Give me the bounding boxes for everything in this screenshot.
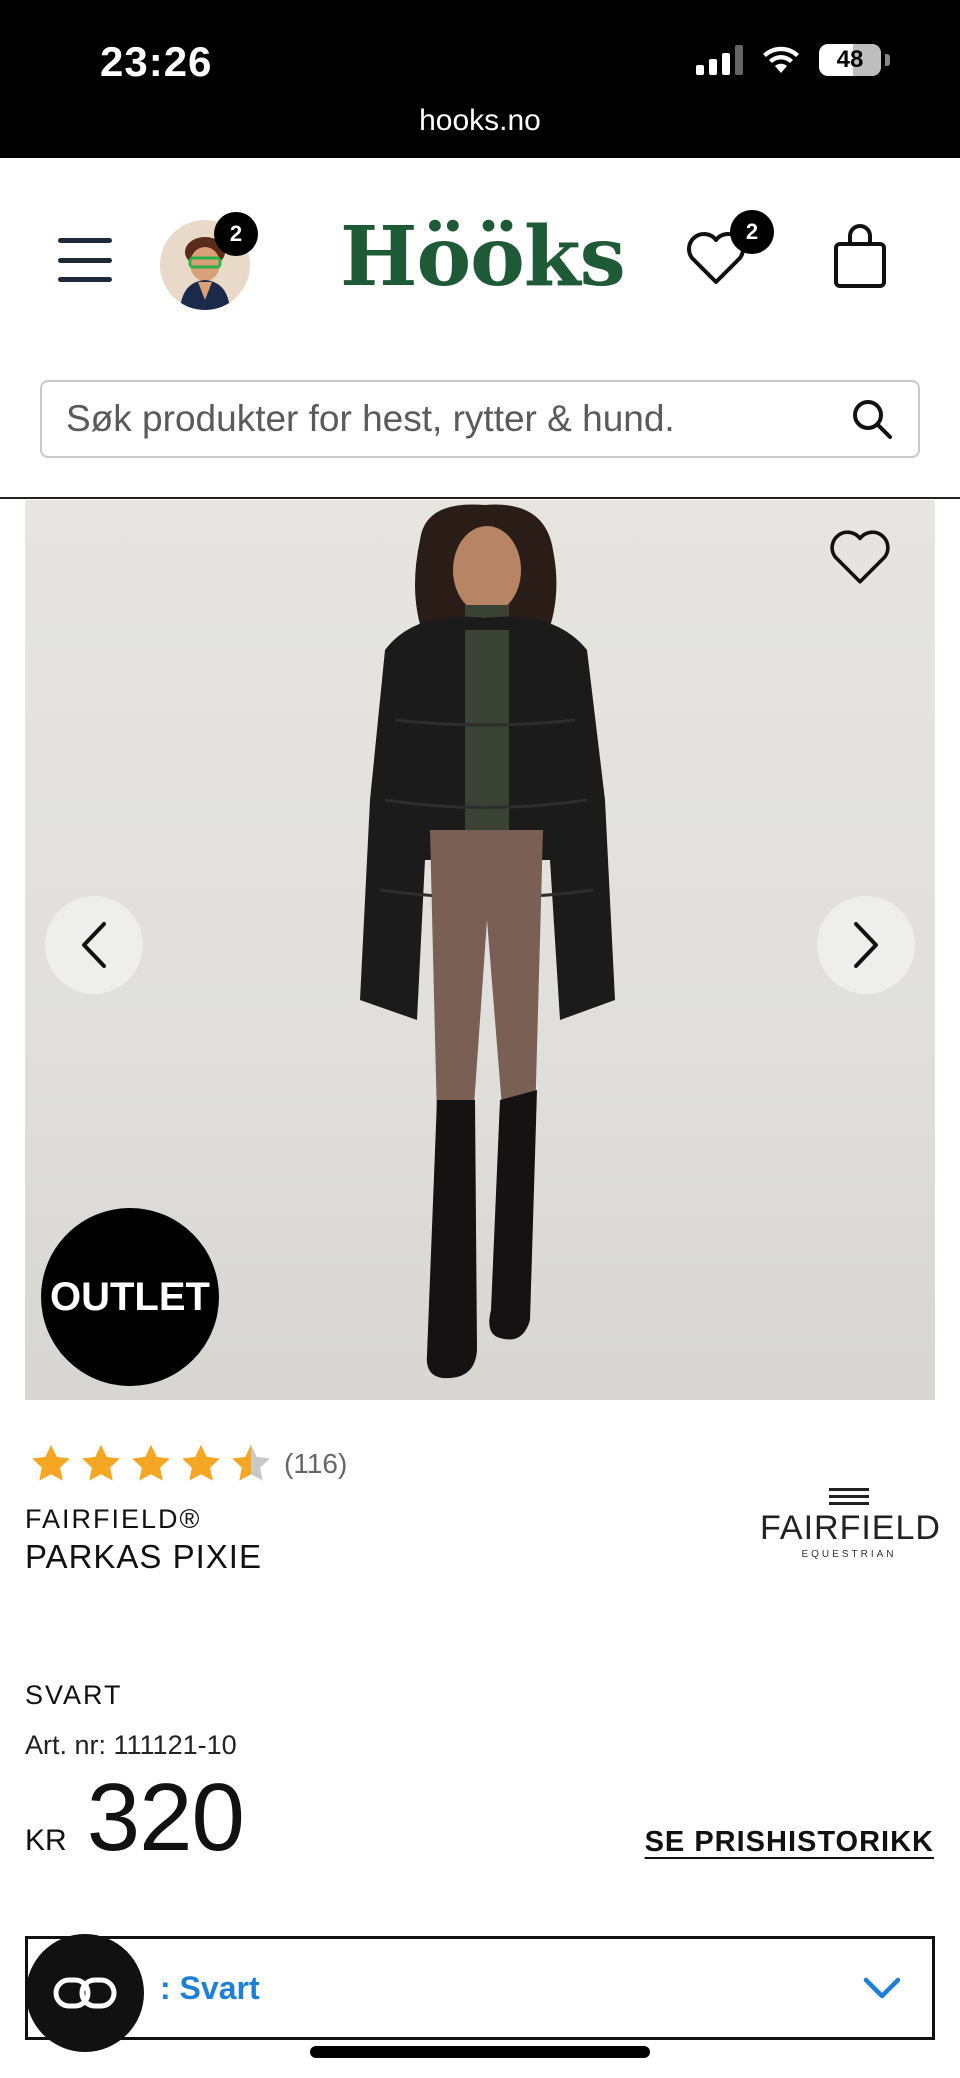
brand-logo[interactable]: FAIRFIELD EQUESTRIAN — [760, 1488, 941, 1560]
battery-level: 48 — [836, 46, 864, 73]
floating-action-button[interactable] — [26, 1934, 144, 2052]
variant-selected-value: : Svart — [160, 1969, 260, 2006]
half-star-icon — [232, 1444, 270, 1481]
brand-logo-subtext: EQUESTRIAN — [801, 1549, 897, 1560]
cart-button[interactable] — [830, 224, 890, 290]
brand-logo-text: FAIRFIELD — [760, 1509, 941, 1547]
avatar[interactable]: 2 — [160, 200, 258, 310]
wishlist-button[interactable]: 2 — [684, 210, 774, 292]
color-variant-select[interactable]: : Svart — [25, 1936, 935, 2040]
product-brand[interactable]: FAIRFIELD® — [25, 1504, 201, 1535]
wishlist-badge: 2 — [730, 210, 774, 254]
price-currency: KR — [25, 1824, 67, 1857]
shopping-bag-icon — [834, 224, 886, 288]
site-header: 2 Hööks 2 — [0, 158, 960, 358]
product-photo — [360, 504, 615, 1379]
search-input[interactable] — [66, 398, 850, 440]
star-icon — [32, 1444, 70, 1481]
product-color: SVART — [25, 1680, 123, 1710]
favorite-heart-icon[interactable] — [827, 526, 893, 588]
search-bar — [40, 380, 920, 458]
menu-button[interactable] — [58, 238, 112, 282]
status-bar: 23:26 48 hooks.no — [0, 0, 960, 158]
url-bar[interactable]: hooks.no — [0, 104, 960, 138]
product-rating[interactable]: (116) — [28, 1442, 347, 1486]
outlet-badge: OUTLET — [41, 1208, 219, 1386]
article-number: Art. nr: 111121-10 — [25, 1730, 237, 1760]
chevron-down-icon — [863, 1977, 901, 1999]
status-time: 23:26 — [100, 38, 213, 85]
product-title: PARKAS PIXIE — [25, 1538, 262, 1575]
header-divider — [0, 497, 960, 499]
home-indicator — [310, 2046, 650, 2058]
star-icon — [182, 1444, 220, 1481]
chevron-left-icon — [82, 922, 106, 968]
glasses-icon — [53, 1977, 117, 2009]
product-price: KR 320 — [25, 1764, 245, 1871]
gallery-prev-button[interactable] — [45, 896, 143, 994]
site-logo[interactable]: Hööks — [340, 216, 626, 298]
status-icons: 48 — [696, 44, 890, 76]
rating-count[interactable]: (116) — [284, 1448, 347, 1480]
signal-icon — [696, 45, 743, 75]
battery-icon: 48 — [819, 44, 881, 76]
chevron-right-icon — [854, 922, 878, 968]
wifi-icon — [763, 46, 799, 73]
product-image-gallery[interactable]: OUTLET — [25, 500, 935, 1400]
gallery-next-button[interactable] — [817, 896, 915, 994]
price-value: 320 — [86, 1764, 245, 1871]
star-icon — [82, 1444, 120, 1481]
price-history-link[interactable]: SE PRISHISTORIKK — [645, 1826, 934, 1859]
avatar-badge: 2 — [214, 212, 258, 256]
search-icon[interactable] — [850, 397, 894, 441]
star-icon — [132, 1444, 170, 1481]
